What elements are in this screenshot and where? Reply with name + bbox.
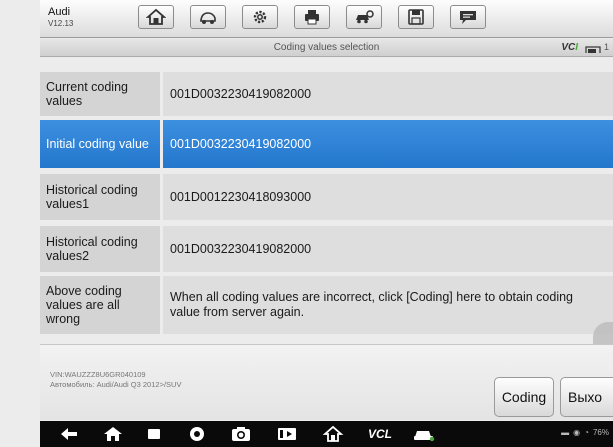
row-label: Historical coding values1: [40, 174, 160, 220]
recent-apps-button[interactable]: [144, 425, 164, 443]
table-row[interactable]: Historical coding values2 001D0032230419…: [40, 226, 613, 272]
back-arrow-icon: [61, 428, 77, 440]
camera-icon: [232, 427, 250, 441]
exit-button[interactable]: Выхо: [560, 377, 613, 417]
row-label: Above coding values are all wrong: [40, 276, 160, 334]
settings-icon: [253, 10, 267, 24]
brand-block: Audi V12.13: [48, 6, 73, 28]
diagnostics-home-button[interactable]: [322, 425, 344, 443]
vehicle-swap-icon: [356, 10, 374, 24]
page-title: Coding values selection: [273, 42, 380, 53]
status-area: ▬ ◉ ◔ 76%: [561, 428, 609, 437]
notification-icon: ▬: [561, 428, 570, 437]
system-nav-bar: VCL ▬ ◉ ◔ 76%: [40, 421, 613, 447]
vci-status: VCI: [561, 42, 578, 53]
vehicle-info: VIN:WAUZZZ8U6GR040109 Автомобиль: Audi/A…: [50, 370, 181, 390]
battery-status: 1: [585, 43, 613, 53]
save-button[interactable]: [398, 5, 434, 29]
car-button[interactable]: [412, 425, 436, 443]
row-value: 001D0032230419082000: [163, 226, 613, 272]
vin-text: VIN:WAUZZZ8U6GR040109: [50, 370, 146, 379]
browser-icon: [190, 427, 204, 441]
top-toolbar: Audi V12.13: [40, 0, 613, 38]
home-icon: [146, 8, 166, 25]
message-icon: [460, 11, 476, 24]
title-bar: Coding values selection VCI 1: [40, 39, 613, 57]
sync-icon: ◉: [573, 428, 581, 437]
brand-name: Audi: [48, 6, 71, 18]
table-row[interactable]: Above coding values are all wrong When a…: [40, 276, 613, 334]
vci-suffix: I: [575, 42, 578, 53]
recent-apps-icon: [148, 429, 160, 439]
wifi-icon: ◔: [584, 428, 589, 437]
house-icon: [104, 427, 122, 441]
app-window: Audi V12.13 Coding values selection VCI …: [0, 0, 613, 447]
row-value: 001D0012230418093000: [163, 174, 613, 220]
back-button[interactable]: [58, 425, 80, 443]
car-icon: [414, 431, 435, 442]
print-button[interactable]: [294, 5, 330, 29]
row-label: Current coding values: [40, 72, 160, 116]
vehicle-model-text: Автомобиль: Audi/Audi Q3 2012>/SUV: [50, 380, 182, 389]
table-row[interactable]: Historical coding values1 001D0012230418…: [40, 174, 613, 220]
settings-button[interactable]: [242, 5, 278, 29]
coding-button[interactable]: Coding: [494, 377, 554, 417]
table-row[interactable]: Current coding values 001D00322304190820…: [40, 72, 613, 116]
footer-bar: VIN:WAUZZZ8U6GR040109 Автомобиль: Audi/A…: [40, 344, 613, 420]
home-nav-button[interactable]: [102, 425, 124, 443]
vehicle-swap-button[interactable]: [346, 5, 382, 29]
home-button[interactable]: [138, 5, 174, 29]
save-icon: [408, 9, 424, 25]
video-button[interactable]: [276, 425, 298, 443]
table-row-selected[interactable]: Initial coding value 001D003223041908200…: [40, 120, 613, 168]
browser-button[interactable]: [186, 425, 208, 443]
battery-percent: 76%: [592, 428, 609, 437]
battery-level-text: 1: [604, 43, 610, 52]
software-version: V12.13: [48, 19, 74, 28]
coding-values-table: Current coding values 001D00322304190820…: [40, 58, 613, 343]
camera-button[interactable]: [230, 425, 252, 443]
message-button[interactable]: [450, 5, 486, 29]
print-icon: [305, 10, 319, 25]
vci-prefix: VC: [561, 42, 576, 53]
row-value: When all coding values are incorrect, cl…: [163, 276, 613, 334]
video-icon: [278, 428, 296, 440]
row-value: 001D0032230419082000: [163, 72, 613, 116]
row-label: Historical coding values2: [40, 226, 160, 272]
row-value: 001D0032230419082000: [163, 120, 613, 168]
vcl-button[interactable]: VCL: [366, 425, 394, 443]
vehicle-icon: [200, 12, 216, 24]
vehicle-menu-button[interactable]: [190, 5, 226, 29]
row-label: Initial coding value: [40, 120, 160, 168]
diagnostics-home-icon: [322, 425, 344, 442]
